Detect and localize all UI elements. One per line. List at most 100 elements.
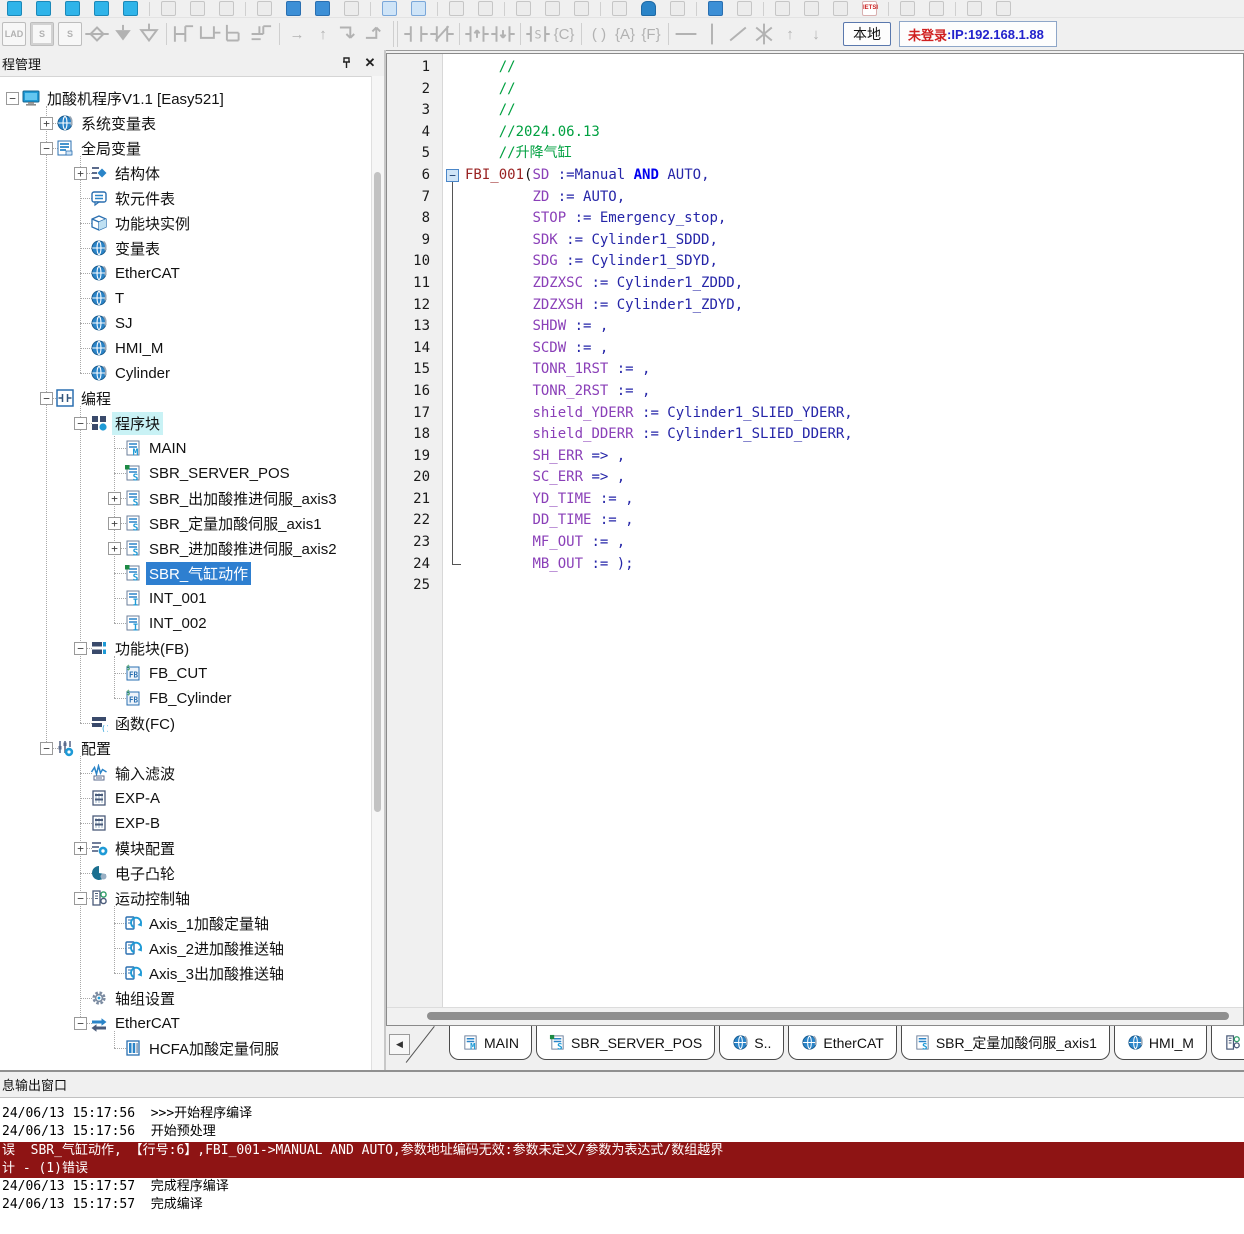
tree-expand-icon[interactable]: + — [108, 517, 121, 530]
tree-item[interactable]: EXP-B — [0, 811, 372, 836]
tree-item[interactable]: T — [0, 286, 372, 311]
lad-mode-button[interactable]: LAD — [2, 22, 26, 46]
close-icon[interactable]: ✕ — [360, 54, 380, 72]
toolbar-button-icon[interactable] — [516, 1, 531, 16]
toolbar-button-icon[interactable]: IETSI — [862, 1, 877, 16]
tree-item[interactable]: 功能块实例 — [0, 211, 372, 236]
tree-item-label[interactable]: EtherCAT — [112, 1014, 183, 1033]
tree-item-label[interactable]: FB_CUT — [146, 664, 210, 683]
compile-log-message[interactable]: 24/06/13 15:17:57 完成程序编译 — [0, 1178, 1244, 1196]
toolbar-button-icon[interactable] — [94, 1, 109, 16]
code-line[interactable]: // — [465, 100, 1243, 122]
code-line[interactable]: SH_ERR => , — [465, 446, 1243, 468]
function-block-icon[interactable]: {F} — [638, 22, 664, 46]
toolbar-button-icon[interactable] — [478, 1, 493, 16]
document-tab[interactable]: SSBR_定量加酸伺服_axis1 — [901, 1026, 1110, 1060]
tree-item-label[interactable]: 全局变量 — [78, 137, 144, 160]
tree-collapse-icon[interactable]: − — [6, 92, 19, 105]
tree-item-label[interactable]: Axis_3出加酸推送轴 — [146, 962, 287, 985]
tree-item-label[interactable]: 编程 — [78, 387, 114, 410]
tree-item[interactable]: 电子凸轮 — [0, 861, 372, 886]
tree-item[interactable]: Axis_3出加酸推送轴 — [0, 961, 372, 986]
draw-line-right-icon[interactable]: → — [284, 22, 310, 46]
tree-item[interactable]: −功能块(FB) — [0, 636, 372, 661]
code-line[interactable]: STOP := Emergency_stop, — [465, 208, 1243, 230]
contact-set-icon[interactable]: S — [525, 22, 551, 46]
tree-item[interactable]: 输入滤波 — [0, 761, 372, 786]
tree-item-label[interactable]: 系统变量表 — [78, 112, 159, 135]
move-up-tool-icon[interactable]: ↑ — [777, 22, 803, 46]
toolbar-button-icon[interactable] — [996, 1, 1011, 16]
code-line[interactable] — [465, 575, 1243, 597]
code-line[interactable]: //2024.06.13 — [465, 122, 1243, 144]
contact-nc-icon[interactable] — [429, 22, 455, 46]
tree-item[interactable]: − 全局变量 — [0, 136, 372, 161]
toolbar-button-icon[interactable] — [967, 1, 982, 16]
tree-item[interactable]: Axis_2进加酸推送轴 — [0, 936, 372, 961]
tree-item[interactable]: SJ — [0, 311, 372, 336]
code-line[interactable]: ZDZXSC := Cylinder1_ZDDD, — [465, 273, 1243, 295]
tree-item-label[interactable]: FB_Cylinder — [146, 689, 235, 708]
compile-log-message[interactable]: 24/06/13 15:17:56 >>>开始程序编译 — [0, 1105, 1244, 1123]
code-line[interactable]: shield_YDERR := Cylinder1_SLIED_YDERR, — [465, 403, 1243, 425]
local-mode-button[interactable]: 本地 — [843, 22, 891, 46]
code-line[interactable]: SDK := Cylinder1_SDDD, — [465, 230, 1243, 252]
tree-item-label[interactable]: 软元件表 — [112, 187, 178, 210]
tree-item-label[interactable]: 电子凸轮 — [112, 862, 178, 885]
st-mode-button[interactable]: S — [30, 22, 54, 46]
compare-block-icon[interactable]: {C} — [551, 22, 577, 46]
tree-item-label[interactable]: HMI_M — [112, 339, 166, 358]
code-line[interactable]: SHDW := , — [465, 316, 1243, 338]
tree-collapse-icon[interactable]: − — [74, 417, 87, 430]
tree-expand-icon[interactable]: + — [74, 167, 87, 180]
tree-item[interactable]: 轴组设置 — [0, 986, 372, 1011]
tree-collapse-icon[interactable]: − — [40, 392, 53, 405]
tree-collapse-icon[interactable]: − — [40, 742, 53, 755]
tree-item[interactable]: EXP-A — [0, 786, 372, 811]
tree-item-label[interactable]: 结构体 — [112, 162, 163, 185]
toolbar-button-icon[interactable] — [900, 1, 915, 16]
tree-item-label[interactable]: SBR_出加酸推进伺服_axis3 — [146, 487, 340, 510]
tree-item[interactable]: HMI_M — [0, 336, 372, 361]
code-line[interactable]: // — [465, 57, 1243, 79]
document-tab[interactable]: HMI_M — [1114, 1026, 1207, 1060]
tree-item[interactable]: +系统变量表 — [0, 111, 372, 136]
tree-item-label[interactable]: EXP-B — [112, 814, 163, 833]
tree-item[interactable]: +模块配置 — [0, 836, 372, 861]
toolbar-button-icon[interactable] — [344, 1, 359, 16]
tree-item-label[interactable]: 配置 — [78, 737, 114, 760]
tree-item[interactable]: − 加酸机程序V1.1 [Easy521] — [0, 86, 372, 111]
ladder-branch-insert-icon[interactable] — [223, 22, 249, 46]
tree-item-label[interactable]: 加酸机程序V1.1 [Easy521] — [44, 87, 227, 110]
tree-item[interactable]: Axis_1加酸定量轴 — [0, 911, 372, 936]
tree-item-label[interactable]: SBR_进加酸推进伺服_axis2 — [146, 537, 340, 560]
tree-item[interactable]: + 结构体 — [0, 161, 372, 186]
document-tab[interactable]: Axis_1加酸 — [1211, 1026, 1244, 1060]
tree-collapse-icon[interactable]: − — [40, 142, 53, 155]
toolbar-button-icon[interactable] — [545, 1, 560, 16]
tree-item-label[interactable]: 程序块 — [112, 412, 163, 435]
hline-tool-icon[interactable] — [673, 22, 699, 46]
cross-line-tool-icon[interactable] — [751, 22, 777, 46]
tree-collapse-icon[interactable]: − — [74, 892, 87, 905]
toolbar-button-icon[interactable] — [65, 1, 80, 16]
tree-item[interactable]: IINT_002 — [0, 611, 372, 636]
tree-scrollbar[interactable] — [371, 76, 384, 1070]
tree-item[interactable]: − 配置 — [0, 736, 372, 761]
toolbar-button-icon[interactable] — [219, 1, 234, 16]
tree-item-label[interactable]: SBR_气缸动作 — [146, 562, 251, 585]
tree-item-label[interactable]: 运动控制轴 — [112, 887, 193, 910]
tree-item[interactable]: Cylinder — [0, 361, 372, 386]
toolbar-button-icon[interactable] — [161, 1, 176, 16]
tree-item-label[interactable]: Axis_1加酸定量轴 — [146, 912, 272, 935]
vline-tool-icon[interactable] — [699, 22, 725, 46]
code-line[interactable]: YD_TIME := , — [465, 489, 1243, 511]
tree-item-label[interactable]: INT_002 — [146, 614, 210, 633]
document-tab[interactable]: SSBR_SERVER_POS — [536, 1026, 715, 1060]
code-line[interactable]: shield_DDERR := Cylinder1_SLIED_DDERR, — [465, 424, 1243, 446]
tree-expand-icon[interactable]: + — [108, 492, 121, 505]
tree-item[interactable]: − 程序块 — [0, 411, 372, 436]
tree-item-label[interactable]: 函数(FC) — [112, 712, 178, 735]
tree-item[interactable]: FB$FB_CUT — [0, 661, 372, 686]
ladder-branch-delete-icon[interactable] — [249, 22, 275, 46]
